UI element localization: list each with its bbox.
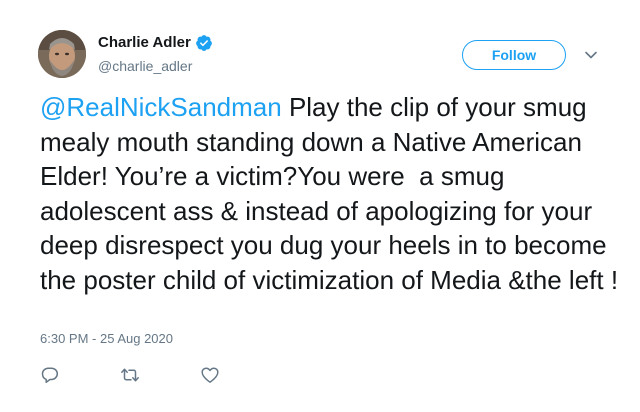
mention-link[interactable]: @RealNickSandman [40,92,282,122]
reply-icon[interactable] [40,365,60,385]
verified-badge-icon [195,34,213,52]
tweet-body: Play the clip of your smug mealy mouth s… [40,92,619,295]
tweet-text: @RealNickSandman Play the clip of your s… [40,90,625,297]
avatar[interactable] [38,30,86,78]
heart-icon[interactable] [200,365,220,385]
avatar-image [38,30,86,78]
chevron-down-icon[interactable] [583,47,599,63]
author-display-name[interactable]: Charlie Adler [98,33,191,53]
author-name-row: Charlie Adler [98,33,213,53]
retweet-icon[interactable] [120,365,140,385]
author-handle[interactable]: @charlie_adler [98,57,213,75]
follow-button[interactable]: Follow [462,40,566,70]
author-block: Charlie Adler @charlie_adler [98,33,213,75]
tweet-timestamp[interactable]: 6:30 PM - 25 Aug 2020 [40,330,173,348]
